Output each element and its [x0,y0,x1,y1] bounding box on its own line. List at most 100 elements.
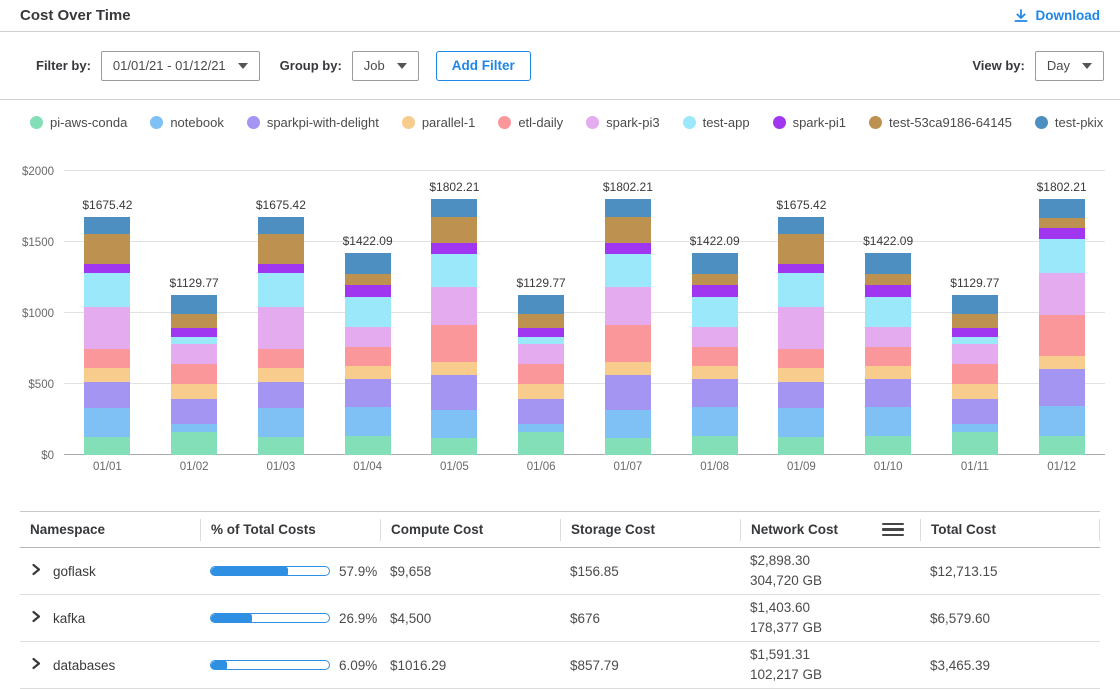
bar-segment-notebook[interactable] [605,410,651,438]
bar-segment-sparkpi-with-delight[interactable] [84,382,130,409]
bar-segment-spark-pi3[interactable] [692,327,738,347]
bar-segment-sparkpi-with-delight[interactable] [518,399,564,424]
bar-segment-sparkpi-with-delight[interactable] [171,399,217,424]
bar-segment-spark-pi1[interactable] [431,243,477,254]
bar-segment-sparkpi-with-delight[interactable] [692,379,738,407]
bar-segment-parallel-1[interactable] [778,368,824,382]
bar-segment-test-53ca9186-64145[interactable] [431,217,477,243]
bar-segment-test-pkix[interactable] [345,253,391,273]
bar-segment-spark-pi1[interactable] [84,264,130,274]
bar-segment-parallel-1[interactable] [865,366,911,380]
bar-segment-spark-pi3[interactable] [171,344,217,365]
legend-item[interactable]: test-53ca9186-64145 [869,115,1012,130]
stacked-bar[interactable] [171,295,217,455]
bar-segment-notebook[interactable] [692,407,738,437]
bar-segment-notebook[interactable] [1039,406,1085,436]
bar-segment-parallel-1[interactable] [84,368,130,382]
bar-segment-spark-pi3[interactable] [778,307,824,349]
legend-item[interactable]: test-pkix [1035,115,1103,130]
table-row[interactable]: databases6.09%$1016.29$857.79$1,591.3110… [20,642,1100,689]
bar-segment-pi-aws-conda[interactable] [258,437,304,455]
namespace-cell[interactable]: goflask [20,563,200,579]
bar-segment-spark-pi1[interactable] [952,328,998,337]
bar-segment-test-53ca9186-64145[interactable] [171,314,217,328]
bar-segment-sparkpi-with-delight[interactable] [1039,369,1085,406]
bar-segment-test-app[interactable] [84,273,130,307]
bar-segment-parallel-1[interactable] [952,384,998,399]
stacked-bar[interactable] [865,253,911,455]
bar-segment-test-53ca9186-64145[interactable] [605,217,651,243]
view-by-select[interactable]: Day [1035,51,1104,81]
bar-segment-spark-pi3[interactable] [865,327,911,347]
bar-segment-notebook[interactable] [345,407,391,437]
bar-segment-pi-aws-conda[interactable] [865,436,911,455]
stacked-bar[interactable] [692,253,738,455]
bar-segment-sparkpi-with-delight[interactable] [952,399,998,424]
table-row[interactable]: goflask57.9%$9,658$156.85$2,898.30304,72… [20,548,1100,595]
chevron-right-icon[interactable] [30,563,42,579]
group-by-select[interactable]: Job [352,51,419,81]
bar-segment-test-53ca9186-64145[interactable] [778,234,824,264]
legend-item[interactable]: etl-daily [498,115,563,130]
bar-segment-pi-aws-conda[interactable] [605,438,651,455]
bar-segment-etl-daily[interactable] [171,364,217,384]
bar-segment-test-pkix[interactable] [865,253,911,273]
download-button[interactable]: Download [1013,8,1101,24]
bar-segment-test-53ca9186-64145[interactable] [84,234,130,264]
bar-segment-spark-pi1[interactable] [518,328,564,337]
bar-segment-test-app[interactable] [778,273,824,307]
bar-segment-parallel-1[interactable] [1039,356,1085,369]
bar-segment-parallel-1[interactable] [345,366,391,380]
legend-item[interactable]: spark-pi1 [773,115,846,130]
legend-item[interactable]: spark-pi3 [586,115,659,130]
bar-segment-test-pkix[interactable] [692,253,738,273]
bar-segment-parallel-1[interactable] [692,366,738,380]
bar-segment-notebook[interactable] [865,407,911,437]
chevron-right-icon[interactable] [30,657,42,673]
bar-segment-spark-pi1[interactable] [865,285,911,296]
bar-segment-sparkpi-with-delight[interactable] [258,382,304,409]
bar-segment-parallel-1[interactable] [518,384,564,399]
bar-segment-parallel-1[interactable] [258,368,304,382]
stacked-bar[interactable] [345,253,391,455]
bar-segment-pi-aws-conda[interactable] [952,432,998,455]
legend-item[interactable]: pi-aws-conda [30,115,127,130]
bar-segment-test-app[interactable] [258,273,304,307]
stacked-bar[interactable] [1039,199,1085,455]
bar-segment-test-pkix[interactable] [778,217,824,234]
bar-segment-parallel-1[interactable] [171,384,217,399]
bar-segment-pi-aws-conda[interactable] [84,437,130,455]
bar-segment-pi-aws-conda[interactable] [345,436,391,455]
bar-segment-test-pkix[interactable] [605,199,651,217]
bar-segment-pi-aws-conda[interactable] [692,436,738,455]
stacked-bar[interactable] [431,199,477,455]
bar-segment-spark-pi1[interactable] [692,285,738,296]
bar-segment-sparkpi-with-delight[interactable] [431,375,477,410]
bar-segment-sparkpi-with-delight[interactable] [865,379,911,407]
bar-segment-test-pkix[interactable] [258,217,304,234]
bar-segment-etl-daily[interactable] [1039,315,1085,356]
bar-segment-notebook[interactable] [171,424,217,431]
stacked-bar[interactable] [605,199,651,455]
bar-segment-notebook[interactable] [84,408,130,437]
bar-segment-notebook[interactable] [778,408,824,437]
bar-segment-etl-daily[interactable] [778,349,824,368]
bar-segment-test-app[interactable] [605,254,651,288]
bar-segment-test-pkix[interactable] [518,295,564,314]
bar-segment-spark-pi3[interactable] [84,307,130,349]
bar-segment-notebook[interactable] [518,424,564,431]
stacked-bar[interactable] [952,295,998,455]
bar-segment-etl-daily[interactable] [692,347,738,366]
bar-segment-pi-aws-conda[interactable] [171,432,217,455]
bar-segment-spark-pi3[interactable] [1039,273,1085,315]
bar-segment-etl-daily[interactable] [952,364,998,384]
bar-segment-spark-pi3[interactable] [345,327,391,347]
bar-segment-spark-pi3[interactable] [952,344,998,365]
bar-segment-spark-pi1[interactable] [345,285,391,296]
add-filter-button[interactable]: Add Filter [436,51,531,81]
bar-segment-test-53ca9186-64145[interactable] [258,234,304,264]
bar-segment-test-53ca9186-64145[interactable] [1039,218,1085,228]
bar-segment-test-53ca9186-64145[interactable] [518,314,564,328]
bar-segment-spark-pi1[interactable] [778,264,824,274]
bar-segment-test-53ca9186-64145[interactable] [865,274,911,286]
